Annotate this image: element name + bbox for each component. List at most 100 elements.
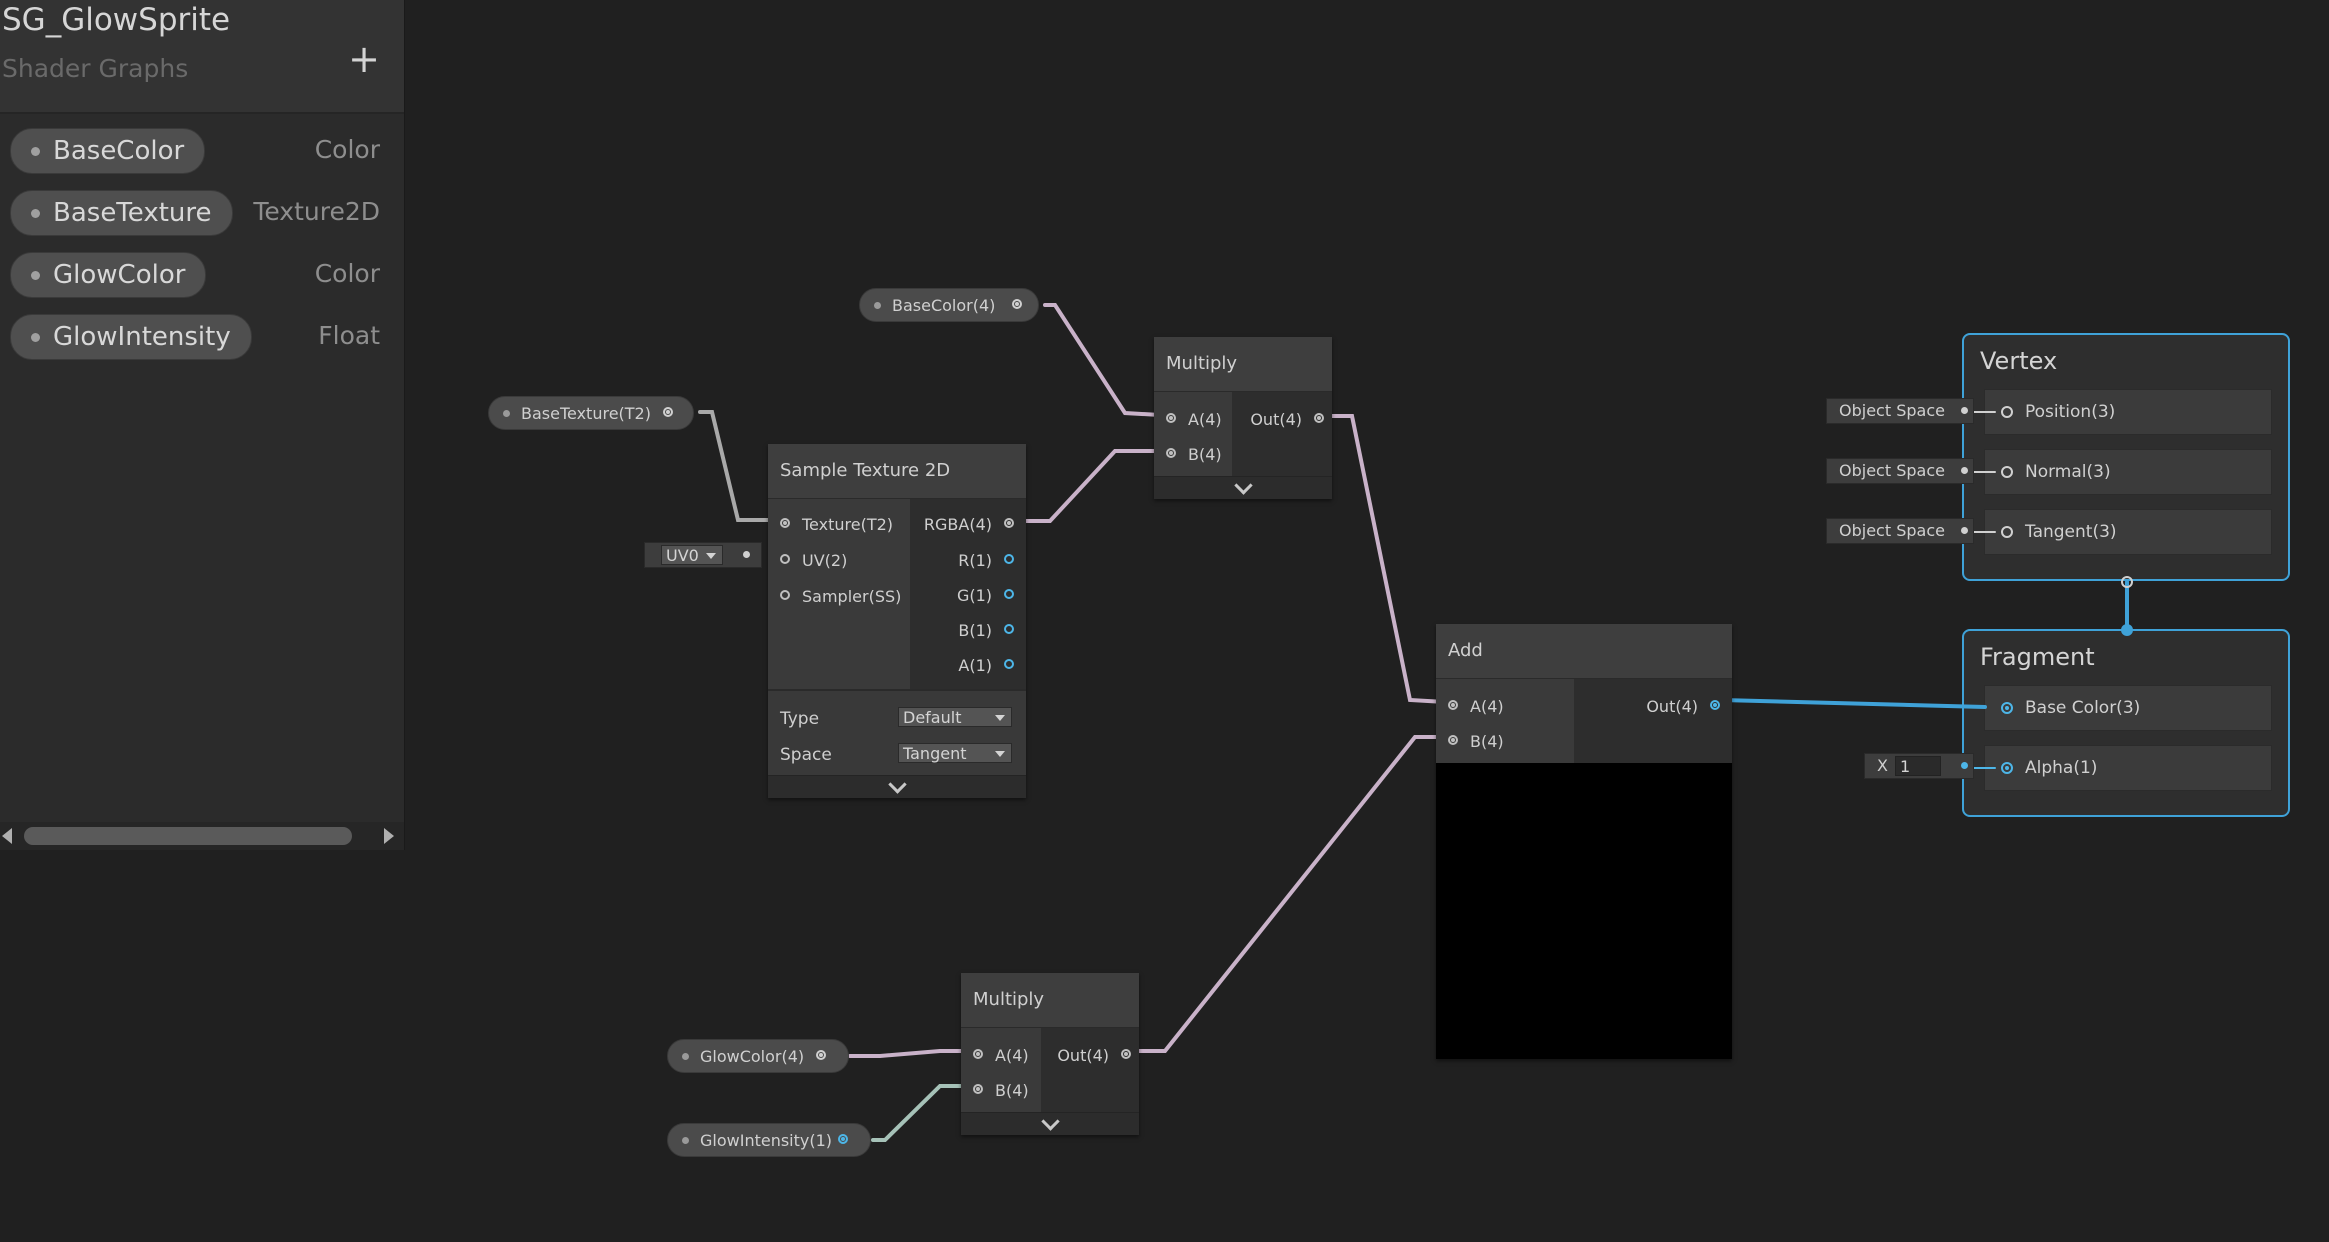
output-port-icon[interactable] <box>1012 299 1022 309</box>
port-pin-icon[interactable] <box>2001 526 2013 538</box>
node-title[interactable]: Multiply <box>1154 337 1332 392</box>
basecolor-property-node[interactable]: BaseColor(4) <box>859 288 1039 322</box>
property-pill[interactable]: BaseTexture <box>10 190 233 236</box>
port-texture[interactable]: Texture(T2) <box>780 515 893 535</box>
port-pin-icon[interactable] <box>1004 589 1014 599</box>
port-label: Sampler(SS) <box>802 587 902 606</box>
scrollbar-thumb[interactable] <box>24 827 352 845</box>
scroll-left-icon[interactable] <box>2 828 12 844</box>
port-pin-icon[interactable] <box>1448 700 1458 710</box>
block-normal[interactable]: Normal(3) <box>1984 449 2272 495</box>
port-a[interactable]: A(4) <box>1448 697 1504 717</box>
port-pin-icon[interactable] <box>1004 624 1014 634</box>
port-b[interactable]: B(4) <box>1166 445 1222 465</box>
node-title[interactable]: Sample Texture 2D <box>768 444 1026 499</box>
output-port-icon[interactable] <box>816 1050 826 1060</box>
port-pin-icon[interactable] <box>1166 413 1176 423</box>
port-pin-icon[interactable] <box>1314 413 1324 423</box>
blackboard-row[interactable]: BaseColor Color <box>0 128 404 176</box>
port-pin-icon[interactable] <box>1166 448 1176 458</box>
position-space-field[interactable]: Object Space <box>1826 398 1974 424</box>
port-g[interactable]: G(1) <box>957 586 1014 606</box>
port-pin-icon[interactable] <box>2001 702 2013 714</box>
property-dot-icon <box>31 147 40 156</box>
block-alpha[interactable]: Alpha(1) <box>1984 745 2272 791</box>
block-base-color[interactable]: Base Color(3) <box>1984 685 2272 731</box>
property-node-label: GlowColor(4) <box>700 1047 805 1066</box>
port-a[interactable]: A(4) <box>973 1046 1029 1066</box>
port-sampler[interactable]: Sampler(SS) <box>780 587 901 607</box>
port-pin-icon[interactable] <box>2001 762 2013 774</box>
block-position[interactable]: Position(3) <box>1984 389 2272 435</box>
output-port-icon[interactable] <box>838 1134 848 1144</box>
add-property-button[interactable]: + <box>346 40 382 80</box>
space-dropdown[interactable]: Tangent <box>898 743 1012 763</box>
port-pin-icon[interactable] <box>780 590 790 600</box>
vertex-context[interactable]: Vertex Position(3) Normal(3) Tangent(3) <box>1962 333 2290 581</box>
port-pin-icon[interactable] <box>2001 466 2013 478</box>
inline-port-dot-icon <box>1961 467 1968 474</box>
uv-channel-field[interactable]: UV0 <box>644 542 762 568</box>
block-label: Normal(3) <box>2025 462 2111 482</box>
blackboard-scrollbar[interactable] <box>0 822 404 850</box>
glowintensity-property-node[interactable]: GlowIntensity(1) <box>667 1123 871 1157</box>
wire-glowcolor <box>848 1049 970 1058</box>
block-tangent[interactable]: Tangent(3) <box>1984 509 2272 555</box>
port-rgba[interactable]: RGBA(4) <box>924 515 1014 535</box>
property-pill[interactable]: GlowColor <box>10 252 207 298</box>
port-b[interactable]: B(1) <box>958 621 1014 641</box>
port-label: Out(4) <box>1057 1046 1109 1065</box>
multiply-node-bottom[interactable]: Multiply A(4) B(4) Out(4) <box>961 973 1139 1135</box>
port-pin-icon[interactable] <box>780 554 790 564</box>
port-pin-icon[interactable] <box>1004 659 1014 669</box>
port-uv[interactable]: UV(2) <box>780 551 847 571</box>
uv-channel-dropdown[interactable]: UV0 <box>661 545 723 565</box>
alpha-input[interactable]: 1 <box>1895 756 1941 776</box>
node-title[interactable]: Multiply <box>961 973 1139 1028</box>
port-pin-icon[interactable] <box>780 518 790 528</box>
port-pin-icon[interactable] <box>973 1049 983 1059</box>
node-expander[interactable] <box>768 775 1026 798</box>
port-pin-icon[interactable] <box>1710 700 1720 710</box>
port-b[interactable]: B(4) <box>973 1081 1029 1101</box>
output-port-icon[interactable] <box>663 407 673 417</box>
port-label: B(4) <box>995 1081 1029 1100</box>
port-a[interactable]: A(1) <box>958 656 1014 676</box>
port-pin-icon[interactable] <box>1004 554 1014 564</box>
port-out[interactable]: Out(4) <box>1057 1046 1131 1066</box>
multiply-node-top[interactable]: Multiply A(4) B(4) Out(4) <box>1154 337 1332 499</box>
alpha-value-field[interactable]: X 1 <box>1864 753 1974 779</box>
sample-texture-2d-node[interactable]: Sample Texture 2D Texture(T2) UV(2) Samp… <box>768 444 1026 798</box>
basetexture-property-node[interactable]: BaseTexture(T2) <box>488 396 694 430</box>
scroll-right-icon[interactable] <box>384 828 394 844</box>
node-ports: A(4) B(4) Out(4) <box>1154 392 1332 476</box>
port-label: Out(4) <box>1646 697 1698 716</box>
uv-channel-value: UV0 <box>666 546 699 565</box>
blackboard-row[interactable]: BaseTexture Texture2D <box>0 190 404 238</box>
port-a[interactable]: A(4) <box>1166 410 1222 430</box>
port-pin-icon[interactable] <box>2001 406 2013 418</box>
node-expander[interactable] <box>961 1112 1139 1135</box>
property-pill[interactable]: BaseColor <box>10 128 206 174</box>
fragment-context[interactable]: Fragment Base Color(3) Alpha(1) <box>1962 629 2290 817</box>
glowcolor-property-node[interactable]: GlowColor(4) <box>667 1039 849 1073</box>
port-pin-icon[interactable] <box>973 1084 983 1094</box>
context-title: Vertex <box>1980 347 2058 375</box>
node-preview[interactable] <box>1436 763 1732 1059</box>
add-node[interactable]: Add A(4) B(4) Out(4) <box>1436 624 1732 1059</box>
port-b[interactable]: B(4) <box>1448 732 1504 752</box>
type-dropdown[interactable]: Default <box>898 707 1012 727</box>
port-pin-icon[interactable] <box>1448 735 1458 745</box>
port-out[interactable]: Out(4) <box>1250 410 1324 430</box>
node-title[interactable]: Add <box>1436 624 1732 679</box>
normal-space-field[interactable]: Object Space <box>1826 458 1974 484</box>
property-pill[interactable]: GlowIntensity <box>10 314 252 360</box>
blackboard-row[interactable]: GlowIntensity Float <box>0 314 404 362</box>
node-expander[interactable] <box>1154 476 1332 499</box>
port-pin-icon[interactable] <box>1004 518 1014 528</box>
port-out[interactable]: Out(4) <box>1646 697 1720 717</box>
port-pin-icon[interactable] <box>1121 1049 1131 1059</box>
port-r[interactable]: R(1) <box>958 551 1014 571</box>
blackboard-row[interactable]: GlowColor Color <box>0 252 404 300</box>
tangent-space-field[interactable]: Object Space <box>1826 518 1974 544</box>
